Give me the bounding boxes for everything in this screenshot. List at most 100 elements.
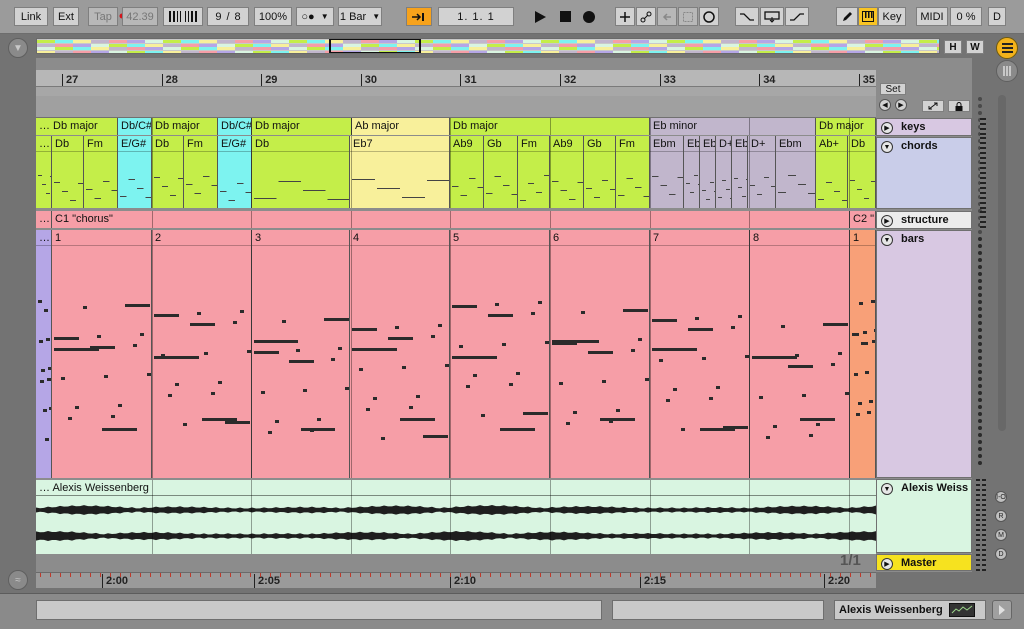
midi-note[interactable] [444,364,449,367]
key-clip[interactable]: Db major [152,118,218,135]
fold-play-icon[interactable]: ▶ [881,122,893,134]
midi-note[interactable] [573,411,578,414]
midi-note[interactable] [359,368,364,371]
midi-note[interactable] [154,356,199,359]
midi-note[interactable] [587,351,613,354]
midi-note[interactable] [437,324,442,327]
midi-note[interactable] [863,331,868,334]
mixer-toggle-button[interactable]: M [995,529,1007,541]
selected-track-field[interactable]: Alexis Weissenberg [834,600,986,620]
bar-clip[interactable]: 3 [252,230,350,478]
structure-clip[interactable]: … [36,211,52,228]
track-header-structure[interactable]: ▶ structure [876,211,972,229]
midi-note[interactable] [480,414,485,417]
key-map-button[interactable]: Key [878,7,906,26]
midi-note[interactable] [800,418,835,421]
midi-note[interactable] [218,381,223,384]
expand-icon[interactable] [922,100,944,112]
key-map-keyboard-icon[interactable] [858,7,878,26]
midi-note[interactable] [75,406,80,409]
midi-note[interactable] [502,343,506,346]
bar-clip[interactable]: 1 [850,230,876,478]
midi-note[interactable] [254,351,279,354]
midi-map-button[interactable]: MIDI [916,7,948,26]
midi-note[interactable] [859,302,864,305]
midi-note[interactable] [301,428,336,431]
chord-clip[interactable]: Fm [518,136,550,208]
midi-note[interactable] [830,363,835,366]
midi-note[interactable] [118,404,123,407]
loop-icon[interactable] [760,7,784,26]
midi-note[interactable] [759,396,764,399]
chord-clip[interactable]: Db [252,136,350,208]
midi-note[interactable] [402,366,406,369]
midi-note[interactable] [394,326,399,329]
midi-note[interactable] [530,312,535,315]
midi-note[interactable] [459,345,464,348]
midi-note[interactable] [487,314,513,317]
midi-note[interactable] [204,352,208,355]
midi-note[interactable] [809,434,814,437]
key-clip[interactable]: Db/C# [118,118,152,135]
midi-note[interactable] [737,315,742,318]
stop-icon[interactable] [555,7,575,26]
fold-down-icon[interactable]: ▼ [881,141,893,153]
key-clip[interactable]: Ab major [352,118,450,135]
fold-down-icon[interactable]: ▼ [881,234,893,246]
midi-note[interactable] [666,399,671,402]
midi-note[interactable] [802,394,806,397]
midi-note[interactable] [43,309,48,312]
zoom-field[interactable]: 100% [254,7,292,26]
midi-note[interactable] [865,371,869,374]
midi-note[interactable] [146,373,151,376]
midi-note[interactable] [857,402,862,405]
fold-play-icon[interactable]: ▶ [881,215,893,227]
chord-clip[interactable]: Eb [684,136,700,208]
midi-note[interactable] [239,310,244,313]
chord-clip[interactable]: Ab9 [550,136,584,208]
song-position-field[interactable]: 1. 1. 1 [438,7,514,26]
chord-clip[interactable]: Ab+ [816,136,848,208]
chord-clip[interactable]: D+ [716,136,732,208]
midi-note[interactable] [852,333,859,336]
midi-note[interactable] [423,435,449,438]
midi-note[interactable] [430,335,435,338]
key-clip[interactable]: Db/C# [218,118,252,135]
session-record-icon[interactable] [699,7,719,26]
chord-clip[interactable]: Fm [84,136,118,208]
midi-note[interactable] [659,359,664,362]
midi-note[interactable] [694,317,699,320]
punch-curve-icon[interactable] [785,7,809,26]
record-icon[interactable] [579,7,599,26]
chord-clip[interactable]: Ab9 [450,136,484,208]
track-header-keys[interactable]: ▶ keys [876,118,972,136]
midi-note[interactable] [104,375,108,378]
midi-note[interactable] [54,337,79,340]
key-clip[interactable]: Db major [816,118,876,135]
midi-note[interactable] [566,422,571,425]
tempo-nudge-icon[interactable] [163,7,203,26]
midi-note[interactable] [303,389,307,392]
midi-note[interactable] [38,300,42,303]
midi-note[interactable] [46,338,50,341]
midi-note[interactable] [352,348,397,351]
midi-note[interactable] [125,304,151,307]
midi-note[interactable] [452,305,477,308]
chord-clip[interactable]: E/G# [118,136,152,208]
midi-note[interactable] [580,311,585,314]
overview-toggle-icon[interactable]: ≈ [8,570,28,590]
midi-note[interactable] [102,428,137,431]
play-icon[interactable] [530,7,550,26]
midi-note[interactable] [182,423,187,426]
bar-clip[interactable]: 5 [450,230,550,478]
midi-note[interactable] [559,382,564,385]
chevron-down-icon[interactable]: ▼ [8,38,28,58]
midi-note[interactable] [289,360,314,363]
midi-note[interactable] [716,386,721,389]
fold-play-icon[interactable]: ▶ [881,558,893,570]
quantize-select[interactable]: 1 Bar ▼ [338,7,382,26]
midi-note[interactable] [644,378,649,381]
reenable-automation-icon[interactable] [657,7,677,26]
midi-note[interactable] [687,328,713,331]
midi-note[interactable] [324,318,349,321]
